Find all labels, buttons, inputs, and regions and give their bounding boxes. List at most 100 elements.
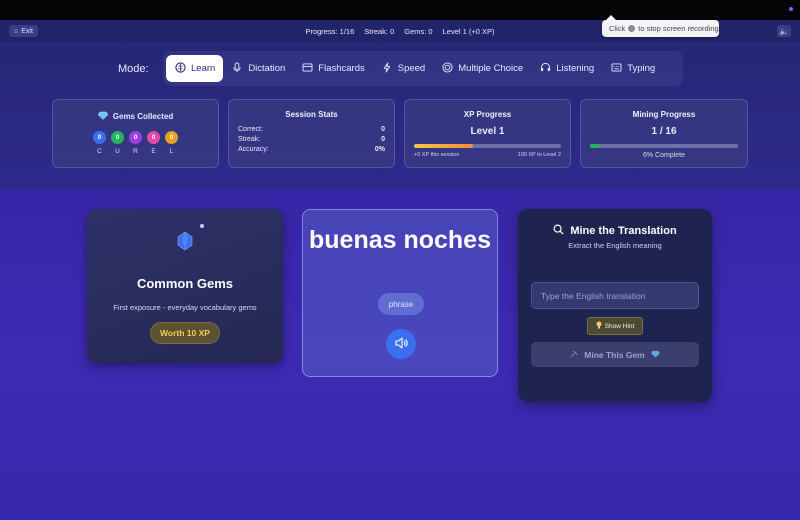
mode-selector: Mode: Learn Dictation Flashcards Speed M… bbox=[118, 51, 683, 86]
show-hint-button[interactable]: Show Hint bbox=[587, 317, 643, 335]
stat-streak: Streak: 0 bbox=[229, 136, 394, 143]
keyboard-icon bbox=[610, 62, 622, 75]
xp-next-level-note: 100 XP to Level 2 bbox=[517, 152, 561, 158]
xp-progress-panel: XP Progress Level 1 +0 XP this session 1… bbox=[404, 99, 571, 168]
stat-accuracy-value: 0% bbox=[374, 146, 385, 153]
microphone-icon bbox=[231, 61, 243, 76]
mode-listening-label: Listening bbox=[556, 63, 595, 74]
gem-letter: C bbox=[97, 148, 102, 155]
word-card: buenas noches phrase bbox=[302, 209, 498, 377]
stat-correct-value: 0 bbox=[381, 126, 385, 133]
translation-card-subtitle: Extract the English meaning bbox=[568, 241, 662, 250]
mine-this-gem-button[interactable]: Mine This Gem bbox=[531, 342, 699, 367]
gem-rarity-description: First exposure - everyday vocabulary gem… bbox=[113, 303, 257, 312]
lightning-icon bbox=[381, 61, 393, 76]
mining-count: 1 / 16 bbox=[651, 126, 677, 137]
xp-progress-bar bbox=[414, 144, 561, 148]
stat-streak-value: 0 bbox=[381, 136, 385, 143]
stop-recording-icon[interactable] bbox=[628, 25, 636, 32]
xp-worth-badge: Worth 10 XP bbox=[150, 322, 220, 344]
mode-listening-button[interactable]: Listening bbox=[531, 55, 602, 82]
word-type-tag: phrase bbox=[378, 293, 424, 315]
sound-toggle-button[interactable]: 🔈 bbox=[777, 25, 791, 37]
mode-label: Mode: bbox=[118, 62, 149, 75]
target-icon bbox=[441, 61, 453, 76]
mode-multiple-choice-label: Multiple Choice bbox=[458, 63, 524, 74]
gem-rarity-title: Common Gems bbox=[136, 276, 234, 291]
mine-this-gem-label: Mine This Gem bbox=[584, 349, 645, 360]
stat-correct-label: Correct: bbox=[238, 126, 263, 133]
gem-rarity-card: Common Gems First exposure - everyday vo… bbox=[87, 209, 283, 363]
streak-text: Streak: 0 bbox=[364, 26, 395, 36]
gems-collected-title: Gems Collected bbox=[112, 112, 174, 121]
speaker-icon: 🔈 bbox=[779, 26, 789, 36]
play-audio-button[interactable] bbox=[386, 329, 416, 359]
recording-indicator-icon bbox=[789, 7, 793, 11]
gem-uncommon: 0 U bbox=[111, 131, 124, 155]
pickaxe-icon bbox=[570, 350, 578, 360]
mode-typing-label: Typing bbox=[627, 63, 656, 74]
translation-card: Mine the Translation Extract the English… bbox=[518, 209, 712, 402]
xp-progress-fill bbox=[414, 144, 473, 148]
stat-streak-label: Streak: bbox=[238, 136, 261, 143]
gem-letter: U bbox=[115, 148, 120, 155]
headphones-icon bbox=[539, 62, 551, 75]
exit-label: Exit bbox=[21, 27, 33, 35]
gem-counts: 0 C 0 U 0 R 0 E 0 L bbox=[53, 131, 218, 155]
magnifier-icon bbox=[553, 224, 564, 238]
mode-learn-label: Learn bbox=[191, 63, 216, 74]
mode-multiple-choice-button[interactable]: Multiple Choice bbox=[433, 55, 531, 82]
mining-progress-fill bbox=[590, 144, 599, 148]
gems-text: Gems: 0 bbox=[404, 26, 433, 36]
mining-progress-title: Mining Progress bbox=[632, 110, 696, 119]
translation-input[interactable] bbox=[531, 282, 699, 309]
gem-count-badge: 0 bbox=[93, 131, 106, 144]
stat-accuracy: Accuracy: 0% bbox=[229, 146, 394, 153]
translation-card-header: Mine the Translation bbox=[518, 224, 712, 238]
session-stats-title: Session Stats bbox=[285, 110, 338, 119]
mode-flashcards-label: Flashcards bbox=[318, 63, 365, 74]
gem-count-badge: 0 bbox=[165, 131, 178, 144]
lightbulb-icon bbox=[596, 321, 602, 331]
speaker-icon bbox=[394, 336, 408, 352]
gem-legendary: 0 L bbox=[165, 131, 178, 155]
screen-recording-tooltip: Click to stop screen recording bbox=[602, 15, 719, 37]
gem-letter: E bbox=[151, 148, 156, 155]
show-hint-label: Show Hint bbox=[604, 322, 635, 330]
stat-accuracy-label: Accuracy: bbox=[238, 146, 269, 153]
xp-meta: +0 XP this session 100 XP to Level 2 bbox=[405, 152, 570, 158]
mode-typing-button[interactable]: Typing bbox=[602, 55, 663, 82]
mining-progress-panel: Mining Progress 1 / 16 6% Complete bbox=[580, 99, 748, 168]
progress-text: Progress: 1/16 bbox=[305, 26, 355, 36]
gem-rare: 0 R bbox=[129, 131, 142, 155]
home-icon: ⌂ bbox=[14, 27, 19, 35]
translation-card-title: Mine the Translation bbox=[570, 225, 677, 237]
gem-common: 0 C bbox=[93, 131, 106, 155]
exit-button[interactable]: ⌂ Exit bbox=[9, 25, 38, 37]
card-icon bbox=[301, 62, 313, 75]
tooltip-text-after: to stop screen recording bbox=[638, 24, 719, 33]
mode-flashcards-button[interactable]: Flashcards bbox=[293, 55, 372, 82]
xp-session-note: +0 XP this session bbox=[414, 152, 460, 158]
gem-count-badge: 0 bbox=[111, 131, 124, 144]
gem-icon bbox=[177, 231, 193, 251]
gem-count-badge: 0 bbox=[147, 131, 160, 144]
gems-collected-panel: Gems Collected 0 C 0 U 0 R 0 E 0 L bbox=[52, 99, 219, 168]
mode-speed-button[interactable]: Speed bbox=[373, 55, 433, 82]
diamond-icon bbox=[97, 111, 109, 122]
gems-collected-header: Gems Collected bbox=[53, 111, 218, 122]
target-word: buenas noches bbox=[309, 226, 491, 254]
sparkle-icon bbox=[200, 224, 204, 228]
xp-level: Level 1 bbox=[470, 126, 505, 137]
brain-icon bbox=[174, 61, 186, 76]
stat-correct: Correct: 0 bbox=[229, 126, 394, 133]
session-stats-panel: Session Stats Correct: 0 Streak: 0 Accur… bbox=[228, 99, 395, 168]
mining-progress-bar bbox=[590, 144, 738, 148]
mode-learn-button[interactable]: Learn bbox=[166, 55, 224, 82]
gem-letter: R bbox=[133, 148, 138, 155]
mode-dictation-button[interactable]: Dictation bbox=[223, 55, 293, 82]
level-text: Level 1 (+0 XP) bbox=[442, 26, 495, 36]
mode-bar: Learn Dictation Flashcards Speed Multipl… bbox=[163, 51, 683, 86]
diamond-icon bbox=[650, 350, 660, 360]
xp-progress-title: XP Progress bbox=[463, 110, 512, 119]
